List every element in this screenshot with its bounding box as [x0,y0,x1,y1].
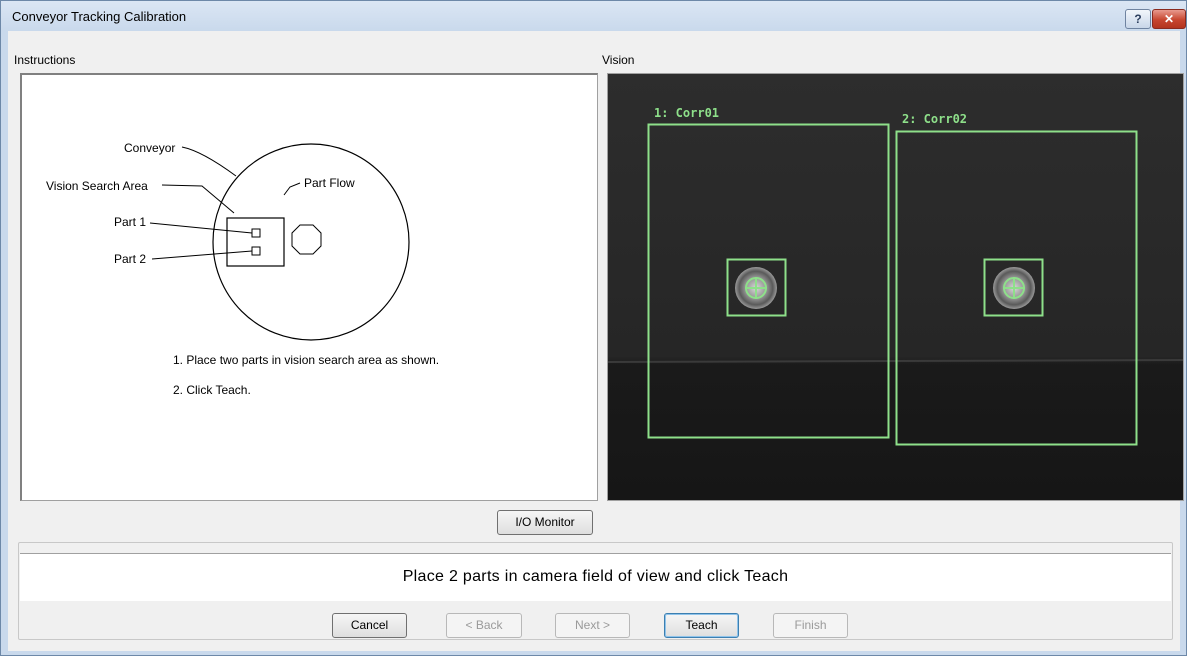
status-message: Place 2 parts in camera field of view an… [402,568,789,585]
step2-text: 2. Click Teach. [173,383,251,397]
vision-panel: 1: Corr01 2: Corr02 [607,73,1184,501]
vision-area-rect [226,217,285,267]
part-flow-label: Part Flow [304,176,355,190]
calibration-window: Conveyor Tracking Calibration ? ✕ Instru… [0,0,1187,656]
teach-button[interactable]: Teach [664,613,739,638]
part2-square [251,246,261,256]
finish-button[interactable]: Finish [773,613,848,638]
window-title: Conveyor Tracking Calibration [12,9,187,24]
dialog-body: Instructions Vision Conveyor Vision Sear… [8,31,1184,651]
next-button[interactable]: Next > [555,613,630,638]
conveyor-label: Conveyor [124,141,175,155]
conveyor-leader [181,146,237,177]
instructions-diagram: Conveyor Vision Search Area Part Flow Pa… [46,141,439,397]
part2-label: Part 2 [114,252,146,266]
part1-square [251,228,261,238]
back-button[interactable]: < Back [446,613,522,638]
vision-caption: Vision [602,53,635,67]
help-button[interactable]: ? [1125,9,1151,29]
roi2-label: 2: Corr02 [902,112,967,126]
status-box: Place 2 parts in camera field of view an… [20,553,1171,601]
instructions-caption: Instructions [14,53,76,67]
step1-text: 1. Place two parts in vision search area… [173,353,439,367]
vision-area-label: Vision Search Area [46,179,148,193]
roi1-label: 1: Corr01 [654,106,719,120]
close-button[interactable]: ✕ [1152,9,1186,29]
cancel-button[interactable]: Cancel [332,613,407,638]
instructions-panel: Conveyor Vision Search Area Part Flow Pa… [20,73,598,501]
part2-leader [151,250,253,260]
center-octagon [291,224,322,255]
conveyor-circle [212,143,410,341]
io-monitor-button[interactable]: I/O Monitor [497,510,593,535]
part-flow-leader [283,182,301,196]
title-bar: Conveyor Tracking Calibration ? ✕ [1,1,1186,31]
part1-label: Part 1 [114,215,146,229]
status-group: Place 2 parts in camera field of view an… [18,542,1173,640]
part1-leader [149,222,253,234]
camera-image: 1: Corr01 2: Corr02 [608,74,1183,500]
